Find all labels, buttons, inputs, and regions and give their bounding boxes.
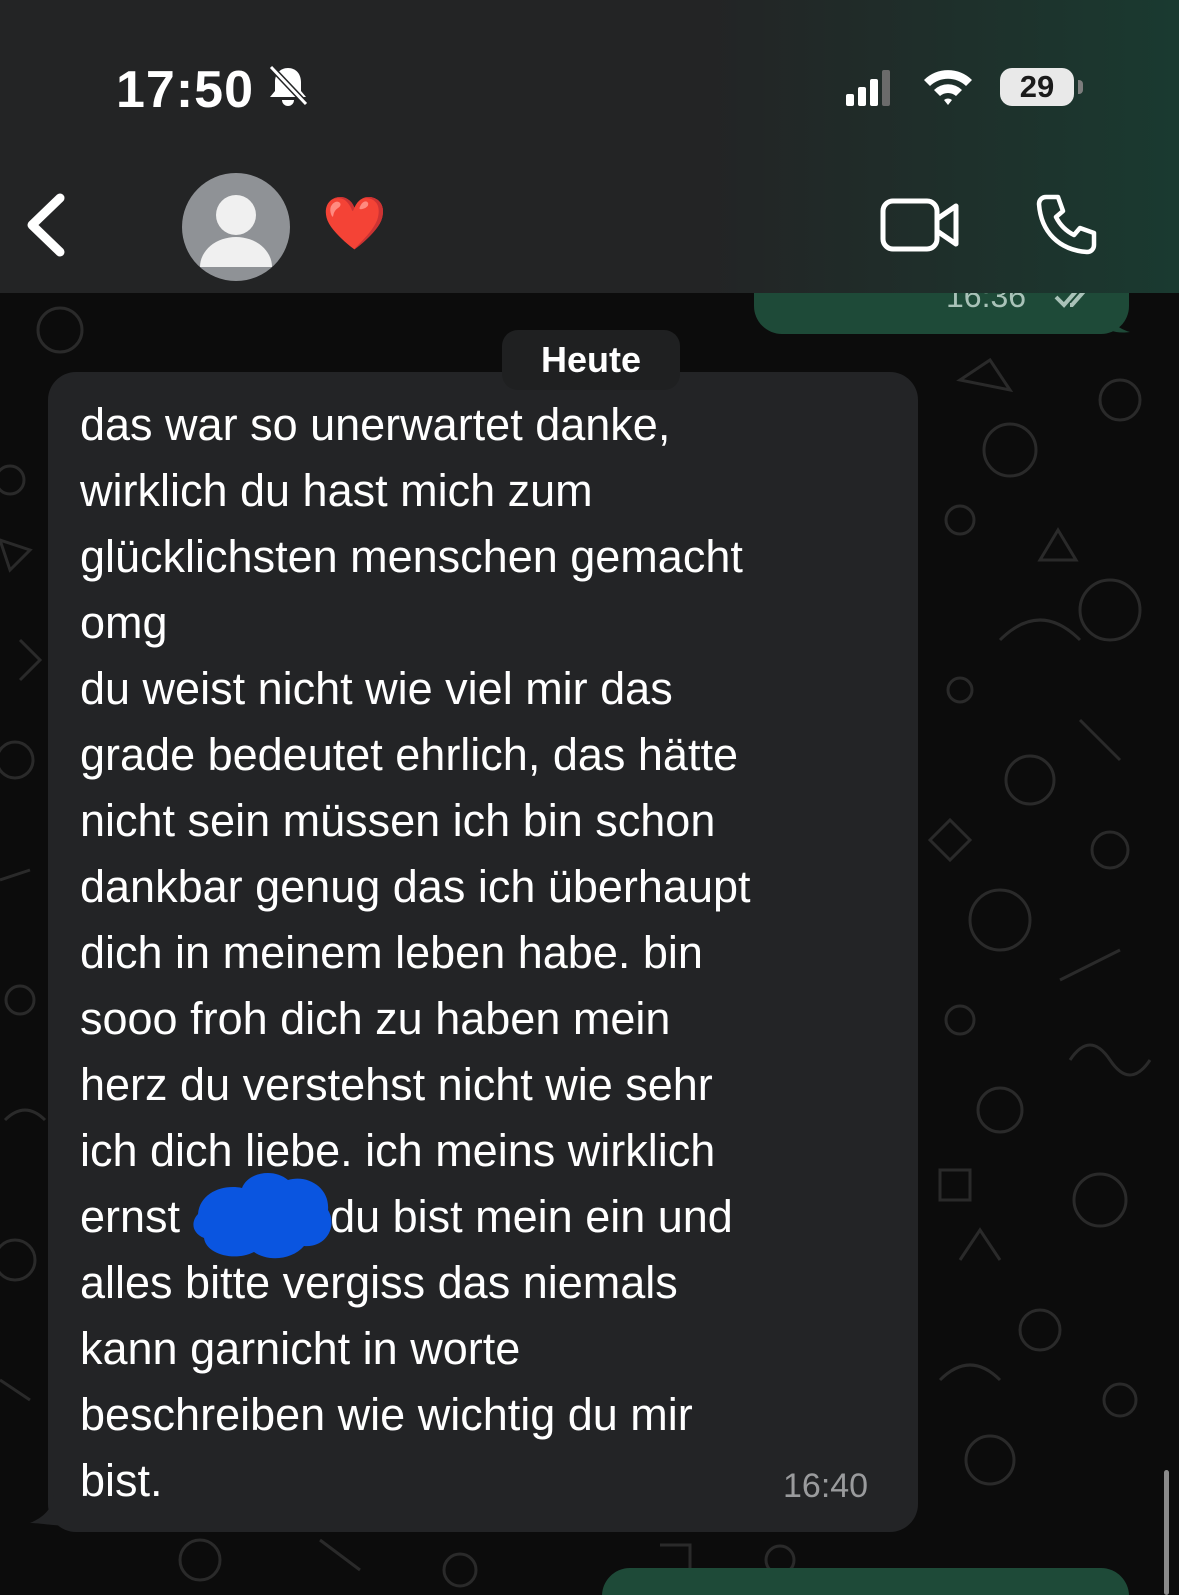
message-text: das war so unerwartet danke, wirklich du…	[80, 399, 751, 1506]
wifi-icon	[924, 70, 972, 105]
date-separator: Heute	[502, 330, 680, 390]
person-icon	[200, 195, 272, 267]
redaction-scribble	[193, 1173, 332, 1259]
battery-icon: 29	[1000, 68, 1074, 106]
date-label: Heute	[540, 339, 642, 380]
video-camera-icon[interactable]	[880, 198, 960, 254]
chevron-left-icon[interactable]	[22, 192, 70, 258]
status-time: 17:50	[116, 61, 254, 119]
chat-screen: 17:50 29 ❤️ 16:36 Heute das war so unerw…	[0, 0, 1179, 1595]
bell-slash-icon	[268, 64, 308, 107]
battery-tip	[1078, 80, 1083, 94]
incoming-message-bubble[interactable]: das war so unerwartet danke, wirklich du…	[48, 372, 918, 1532]
phone-icon[interactable]	[1034, 193, 1098, 257]
outgoing-message-bubble-next[interactable]	[602, 1568, 1129, 1595]
avatar[interactable]	[182, 173, 290, 281]
message-time: 16:40	[783, 1467, 869, 1505]
chat-header: 17:50 29 ❤️	[0, 0, 1179, 293]
battery-level: 29	[1019, 69, 1055, 104]
scroll-indicator[interactable]	[1164, 1470, 1169, 1595]
outgoing-bubble-tail	[1104, 300, 1130, 333]
signal-bars-icon	[846, 70, 890, 106]
contact-name[interactable]: ❤️	[322, 192, 387, 256]
incoming-bubble-tail	[30, 1495, 70, 1526]
